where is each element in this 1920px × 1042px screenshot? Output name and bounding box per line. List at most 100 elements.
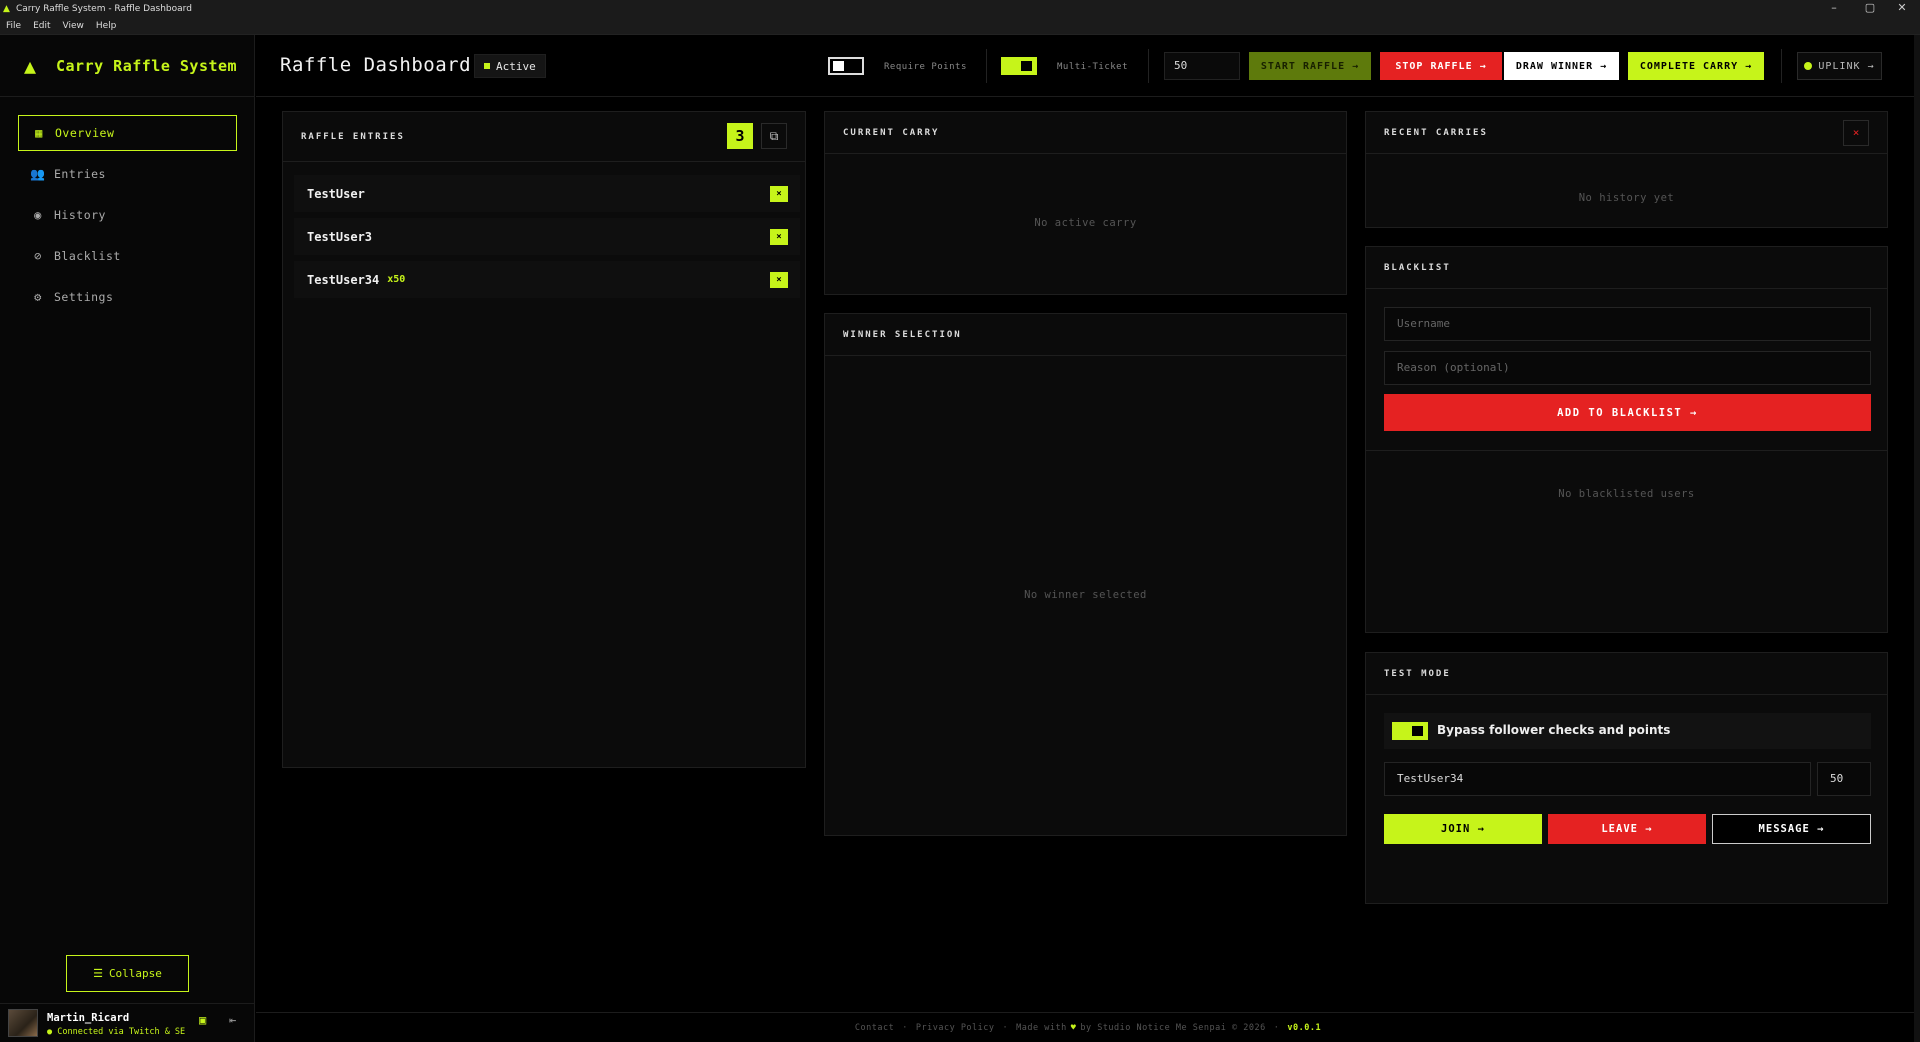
test-mode-title: TEST MODE — [1366, 653, 1887, 695]
app-logo-icon: ▲ — [3, 3, 10, 14]
status-badge-label: Active — [496, 59, 536, 73]
block-icon: ⊘ — [34, 249, 42, 263]
uplink-button[interactable]: UPLINK → — [1797, 52, 1882, 80]
uplink-status-icon — [1804, 62, 1813, 70]
entry-name: TestUser — [307, 186, 365, 201]
credits-text: by Studio Notice Me Senpai © 2026 — [1080, 1022, 1266, 1033]
stop-raffle-button[interactable]: STOP RAFFLE → — [1380, 52, 1502, 80]
minimize-button[interactable]: – — [1819, 0, 1849, 17]
logout-icon[interactable]: ⇤ — [229, 1013, 236, 1027]
sidebar: ▲ Carry Raffle System ▦ Overview 👥 Entri… — [0, 35, 255, 1042]
draw-winner-button[interactable]: DRAW WINNER → — [1504, 52, 1619, 80]
multi-ticket-toggle[interactable] — [1001, 57, 1037, 75]
add-to-blacklist-button[interactable]: ADD TO BLACKLIST → — [1384, 394, 1871, 431]
clear-history-button[interactable]: × — [1843, 120, 1869, 146]
avatar — [8, 1009, 38, 1037]
window-titlebar: ▲ Carry Raffle System - Raffle Dashboard… — [0, 0, 1920, 17]
privacy-link[interactable]: Privacy Policy — [916, 1023, 995, 1033]
test-mode-panel: TEST MODE Bypass follower checks and poi… — [1365, 652, 1888, 904]
entry-name: TestUser3 — [307, 229, 373, 244]
restore-button[interactable]: ▢ — [1855, 0, 1885, 17]
require-points-label: Require Points — [884, 62, 967, 72]
list-item: TestUser × — [294, 175, 800, 212]
menu-view[interactable]: View — [57, 21, 90, 31]
twitch-icon[interactable]: ▣ — [199, 1013, 213, 1027]
footer: Contact · Privacy Policy · Made with ♥ b… — [256, 1012, 1920, 1042]
entry-name: TestUser34 — [307, 272, 380, 287]
sidebar-item-overview[interactable]: ▦ Overview — [18, 115, 237, 151]
start-raffle-button[interactable]: START RAFFLE → — [1249, 52, 1371, 80]
bypass-toggle[interactable] — [1392, 722, 1428, 740]
scrollbar[interactable] — [1914, 35, 1920, 1042]
require-points-toggle[interactable] — [828, 57, 864, 75]
user-name: Martin_Ricard — [47, 1012, 130, 1024]
list-item: TestUser3 × — [294, 218, 800, 255]
points-cost-input[interactable]: 50 — [1164, 52, 1240, 80]
sidebar-item-label: Entries — [54, 167, 106, 181]
dashboard-icon: ▦ — [35, 126, 43, 140]
recent-carries-title: RECENT CARRIES — [1366, 112, 1887, 154]
sidebar-item-label: History — [54, 208, 106, 222]
current-carry-title: CURRENT CARRY — [825, 112, 1346, 154]
sidebar-item-label: Blacklist — [54, 249, 121, 263]
brand-logo-icon: ▲ — [24, 53, 37, 78]
current-carry-panel: CURRENT CARRY No active carry — [824, 111, 1347, 295]
user-bar: Martin_Ricard ● Connected via Twitch & S… — [0, 1003, 255, 1042]
blacklist-reason-input[interactable]: Reason (optional) — [1384, 351, 1871, 385]
winner-selection-empty: No winner selected — [1024, 589, 1147, 601]
list-item: TestUser34 x50 × — [294, 261, 800, 298]
connection-status: ● Connected via Twitch & SE — [47, 1027, 186, 1037]
made-with-text: Made with — [1016, 1022, 1067, 1033]
window-title: Carry Raffle System - Raffle Dashboard — [16, 3, 192, 14]
recent-carries-panel: RECENT CARRIES × No history yet — [1365, 111, 1888, 228]
menu-bar: File Edit View Help — [0, 17, 1920, 35]
collapse-icon: ☰ — [93, 967, 103, 980]
multi-ticket-label: Multi-Ticket — [1057, 62, 1129, 72]
blacklist-username-input[interactable]: Username — [1384, 307, 1871, 341]
menu-file[interactable]: File — [0, 21, 27, 31]
winner-selection-title: WINNER SELECTION — [825, 314, 1346, 356]
blacklist-title: BLACKLIST — [1366, 247, 1887, 289]
test-points-input[interactable]: 50 — [1817, 762, 1871, 796]
close-window-button[interactable]: ✕ — [1887, 0, 1917, 17]
users-icon: 👥 — [30, 167, 46, 181]
join-button[interactable]: JOIN → — [1384, 814, 1542, 844]
collapse-label: Collapse — [108, 967, 162, 980]
sidebar-item-settings[interactable]: ⚙ Settings — [18, 279, 237, 315]
heart-icon: ♥ — [1070, 1022, 1077, 1033]
complete-carry-button[interactable]: COMPLETE CARRY → — [1628, 52, 1764, 80]
raffle-entries-panel: RAFFLE ENTRIES 3 ⧉ TestUser × TestUser3 … — [282, 111, 806, 768]
page-title: Raffle Dashboard — [280, 54, 472, 76]
status-dot-icon — [484, 63, 490, 69]
gear-icon: ⚙ — [34, 290, 42, 304]
sidebar-item-label: Overview — [55, 126, 115, 140]
entries-count-badge: 3 — [727, 123, 753, 149]
leave-button[interactable]: LEAVE → — [1548, 814, 1706, 844]
sidebar-item-history[interactable]: ◉ History — [18, 197, 237, 233]
sidebar-item-entries[interactable]: 👥 Entries — [18, 156, 237, 192]
version-label: v0.0.1 — [1287, 1022, 1322, 1033]
menu-edit[interactable]: Edit — [27, 21, 56, 31]
header: Raffle Dashboard Active Require Points M… — [256, 35, 1920, 97]
sidebar-item-blacklist[interactable]: ⊘ Blacklist — [18, 238, 237, 274]
winner-selection-panel: WINNER SELECTION No winner selected — [824, 313, 1347, 836]
remove-entry-button[interactable]: × — [770, 272, 788, 288]
sidebar-item-label: Settings — [54, 290, 114, 304]
remove-entry-button[interactable]: × — [770, 186, 788, 202]
recent-carries-empty: No history yet — [1578, 192, 1675, 204]
test-username-input[interactable]: TestUser34 — [1384, 762, 1811, 796]
menu-help[interactable]: Help — [90, 21, 123, 31]
collapse-button[interactable]: ☰ Collapse — [66, 955, 189, 992]
blacklist-panel: BLACKLIST Username Reason (optional) ADD… — [1365, 246, 1888, 633]
brand-name: Carry Raffle System — [56, 56, 238, 75]
message-button[interactable]: MESSAGE → — [1712, 814, 1871, 844]
copy-icon[interactable]: ⧉ — [761, 123, 787, 149]
status-badge: Active — [474, 54, 546, 78]
remove-entry-button[interactable]: × — [770, 229, 788, 245]
contact-link[interactable]: Contact — [855, 1023, 894, 1033]
bypass-label: Bypass follower checks and points — [1437, 723, 1671, 737]
brand: ▲ Carry Raffle System — [0, 35, 254, 97]
history-icon: ◉ — [34, 208, 42, 222]
current-carry-empty: No active carry — [1034, 217, 1137, 229]
bypass-row: Bypass follower checks and points — [1384, 713, 1871, 749]
